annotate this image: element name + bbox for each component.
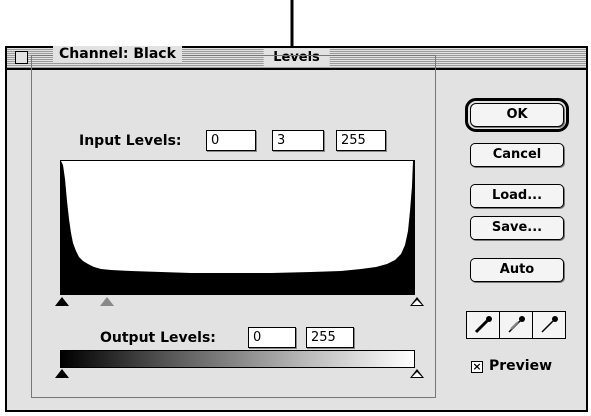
load-button[interactable]: Load... bbox=[470, 184, 564, 208]
output-white-field[interactable]: 255 bbox=[306, 327, 354, 348]
gray-eyedropper-icon[interactable] bbox=[500, 312, 533, 338]
output-levels-label: Output Levels: bbox=[100, 330, 216, 346]
auto-button[interactable]: Auto bbox=[470, 258, 564, 282]
channel-label: Channel: Black bbox=[53, 46, 182, 62]
histogram-shape bbox=[61, 161, 414, 294]
input-white-slider[interactable] bbox=[410, 297, 424, 306]
save-button[interactable]: Save... bbox=[470, 216, 564, 240]
eyedropper-group bbox=[466, 311, 566, 339]
preview-label: Preview bbox=[489, 358, 553, 374]
black-eyedropper-icon[interactable] bbox=[467, 312, 500, 338]
histogram-graph bbox=[61, 161, 414, 294]
preview-checkbox[interactable]: × bbox=[471, 361, 483, 373]
cancel-button[interactable]: Cancel bbox=[470, 143, 564, 167]
histogram bbox=[60, 160, 415, 295]
output-gradient-bar bbox=[60, 350, 415, 368]
output-black-slider[interactable] bbox=[55, 369, 69, 378]
input-black-slider[interactable] bbox=[55, 297, 69, 306]
channel-label-text: Channel: bbox=[59, 46, 129, 62]
input-black-field[interactable]: 0 bbox=[206, 130, 256, 151]
output-black-field[interactable]: 0 bbox=[248, 327, 296, 348]
white-eyedropper-icon[interactable] bbox=[533, 312, 565, 338]
output-white-slider[interactable] bbox=[410, 369, 424, 378]
channel-value: Black bbox=[133, 46, 176, 62]
input-levels-label: Input Levels: bbox=[79, 133, 182, 149]
input-gamma-field[interactable]: 3 bbox=[272, 130, 324, 151]
input-gamma-slider[interactable] bbox=[100, 297, 114, 306]
close-box[interactable] bbox=[15, 51, 28, 64]
ok-button[interactable]: OK bbox=[465, 98, 569, 132]
input-white-field[interactable]: 255 bbox=[336, 130, 386, 151]
